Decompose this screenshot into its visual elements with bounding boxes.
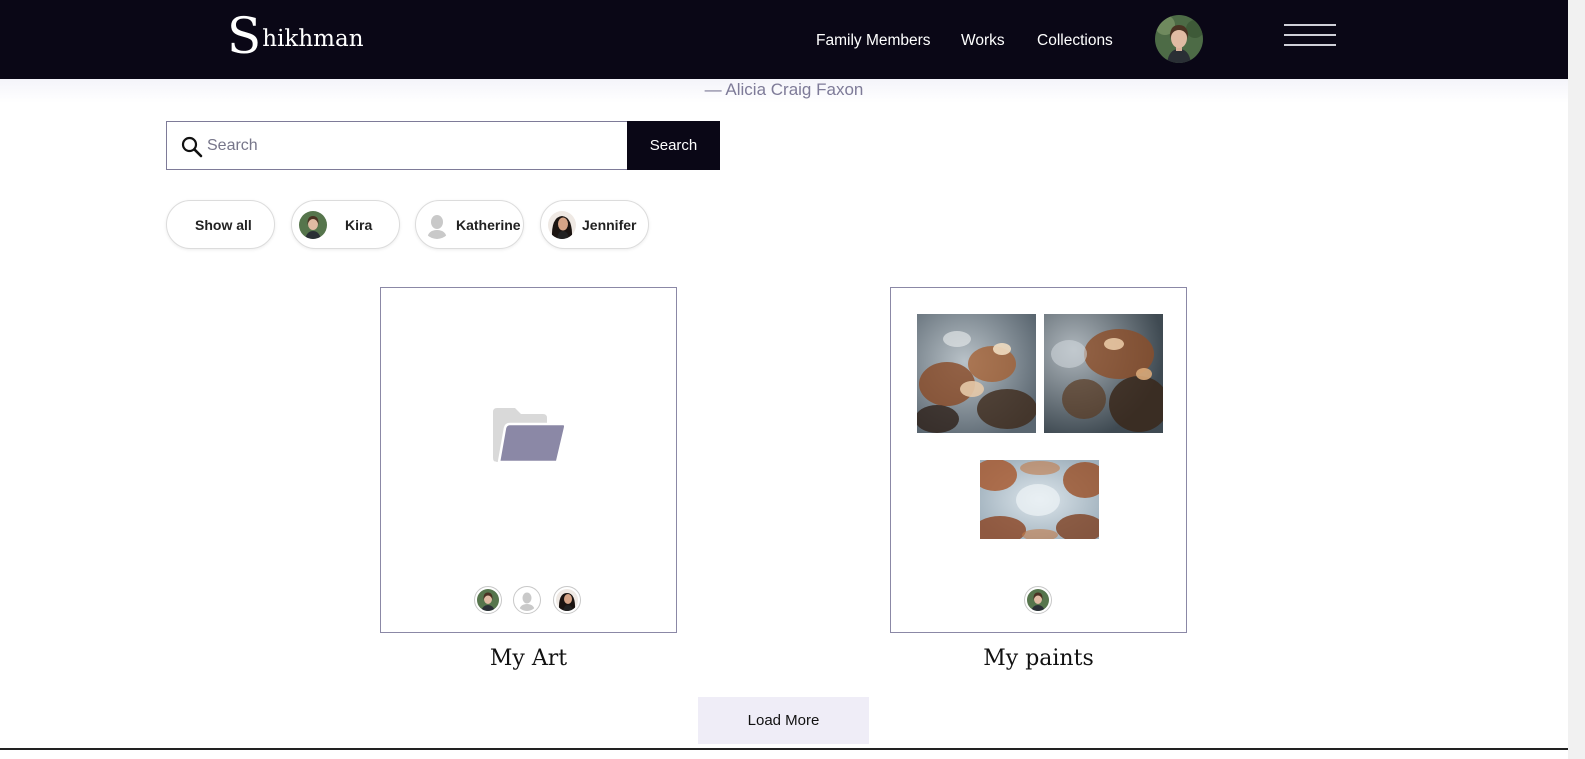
katherine-placeholder-avatar [423, 211, 451, 239]
quote-attribution: — Alicia Craig Faxon [704, 80, 864, 99]
filter-label: Katherine [456, 217, 521, 233]
collection-card-my-art[interactable] [380, 287, 677, 633]
filter-katherine[interactable]: Katherine [415, 200, 524, 249]
folder-icon [493, 408, 567, 465]
painting-thumbnail [917, 314, 1036, 433]
member-avatar-jennifer [553, 586, 581, 614]
nav-family-members[interactable]: Family Members [816, 31, 931, 51]
search-button[interactable]: Search [627, 121, 720, 170]
user-avatar-icon[interactable] [1155, 15, 1203, 63]
jennifer-avatar [548, 211, 576, 239]
search-box [166, 121, 628, 170]
hamburger-menu-icon[interactable] [1284, 24, 1336, 50]
member-avatar-kira [474, 586, 502, 614]
filter-jennifer[interactable]: Jennifer [540, 200, 649, 249]
painting-thumbnail [980, 460, 1099, 539]
load-more-button[interactable]: Load More [698, 697, 869, 744]
page-scrollbar[interactable] [1568, 0, 1585, 759]
filter-label: Kira [345, 217, 373, 233]
search-input[interactable] [207, 122, 617, 169]
filter-label: Show all [195, 217, 252, 233]
collection-card-my-paints[interactable] [890, 287, 1187, 633]
painting-thumbnail [1044, 314, 1163, 433]
member-avatar-kira [1024, 586, 1052, 614]
divider [0, 748, 1568, 750]
site-logo[interactable]: S hikhman [227, 10, 364, 62]
filter-kira[interactable]: Kira [291, 200, 400, 249]
filter-label: Jennifer [582, 217, 637, 233]
site-header: S hikhman Family Members Works Collectio… [0, 0, 1568, 79]
nav-collections[interactable]: Collections [1037, 31, 1113, 51]
logo-text: hikhman [262, 26, 364, 52]
filter-show-all[interactable]: Show all [166, 200, 275, 249]
kira-avatar [299, 211, 327, 239]
collection-title[interactable]: My Art [380, 645, 677, 673]
page: S hikhman Family Members Works Collectio… [0, 0, 1585, 759]
nav-works[interactable]: Works [961, 31, 1005, 51]
search-icon [181, 136, 203, 158]
collection-title[interactable]: My paints [890, 645, 1187, 673]
logo-initial: S [227, 7, 262, 65]
member-avatar-katherine [513, 586, 541, 614]
